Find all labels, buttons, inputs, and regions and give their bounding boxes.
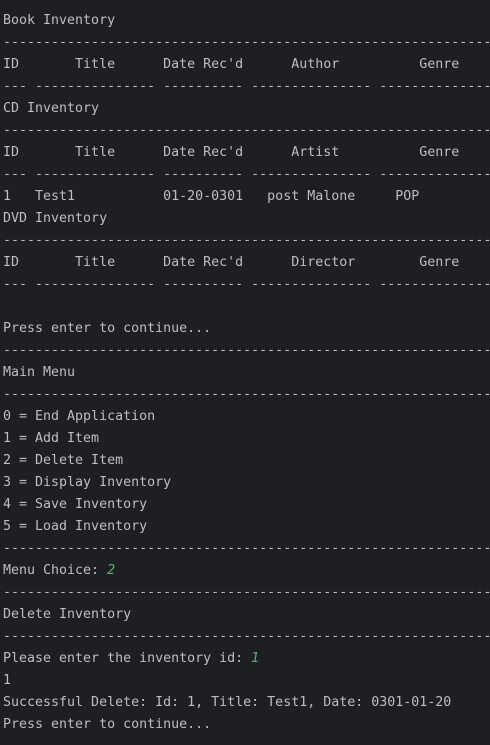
console-line: Successful Delete: Id: 1, Title: Test1, … — [3, 692, 451, 714]
console-line: 1 Test1 01-20-0301 post Malone POP — [3, 186, 419, 208]
console-line: ID Title Date Rec'd Artist Genre — [3, 142, 459, 164]
console-line: Press enter to continue... — [3, 318, 211, 340]
console-line-text: Successful Delete: Id: 1, Title: Test1, … — [3, 695, 452, 710]
console-line: DVD Inventory — [3, 208, 107, 230]
console-line-text: CD Inventory — [3, 101, 100, 116]
console-line: ID Title Date Rec'd Author Genre — [3, 54, 459, 76]
console-line: ----------------------------------------… — [3, 582, 490, 604]
console-line: 4 = Save Inventory — [3, 494, 147, 516]
console-line-text: ID Title Date Rec'd Artist Genre — [3, 145, 460, 160]
console-line: ----------------------------------------… — [3, 120, 490, 142]
console-line: ----------------------------------------… — [3, 0, 490, 10]
console-line-text: Press enter to continue... — [3, 717, 212, 732]
console-line-text: ----------------------------------------… — [3, 233, 490, 248]
console-line: Menu Choice: 2 — [3, 560, 115, 582]
console-line-text: ----------------------------------------… — [3, 123, 490, 138]
console-line-text: ID Title Date Rec'd Director Genre — [3, 255, 460, 270]
console-line-text: 1 — [3, 673, 12, 688]
console-line-text: ----------------------------------------… — [3, 585, 490, 600]
console-output[interactable]: ----------------------------------------… — [0, 0, 490, 745]
console-line: ID Title Date Rec'd Director Genre — [3, 252, 459, 274]
console-line-text: Delete Inventory — [3, 607, 132, 622]
console-line-text: ID Title Date Rec'd Author Genre — [3, 57, 460, 72]
console-line-text: ----------------------------------------… — [3, 629, 490, 644]
console-line-text: 4 = Save Inventory — [3, 497, 148, 512]
console-line: 0 = End Application — [3, 406, 155, 428]
console-line: ----------------------------------------… — [3, 230, 490, 252]
console-line-text: --- --------------- ---------- ---------… — [3, 167, 490, 182]
console-line: ----------------------------------------… — [3, 384, 490, 406]
console-line-text: Please enter the inventory id: — [3, 651, 252, 666]
console-line-text: 1 = Add Item — [3, 431, 100, 446]
console-line-text: Press enter to continue... — [3, 321, 212, 336]
console-line: 5 = Load Inventory — [3, 516, 147, 538]
console-line: Book Inventory — [3, 10, 115, 32]
console-line: 1 = Add Item — [3, 428, 99, 450]
console-line-text: ----------------------------------------… — [3, 343, 490, 358]
console-line-text: DVD Inventory — [3, 211, 108, 226]
console-line-text: 3 = Display Inventory — [3, 475, 172, 490]
console-line: 2 = Delete Item — [3, 450, 123, 472]
user-input-text: 2 — [107, 563, 116, 578]
console-line-text: ----------------------------------------… — [3, 387, 490, 402]
console-line: 1 — [3, 670, 11, 692]
console-line-text: 2 = Delete Item — [3, 453, 124, 468]
console-line: ----------------------------------------… — [3, 340, 490, 362]
console-line-text: 0 = End Application — [3, 409, 156, 424]
console-line: --- --------------- ---------- ---------… — [3, 164, 490, 186]
console-line-text: Main Menu — [3, 365, 76, 380]
user-input-text: 1 — [251, 651, 260, 666]
console-line-text: ----------------------------------------… — [3, 0, 490, 6]
console-line-text: 1 Test1 01-20-0301 post Malone POP — [3, 189, 420, 204]
console-line-text: ----------------------------------------… — [3, 541, 490, 556]
console-line-text: --- --------------- ---------- ---------… — [3, 79, 490, 94]
console-line: ----------------------------------------… — [3, 32, 490, 54]
console-line: --- --------------- ---------- ---------… — [3, 274, 490, 296]
console-line-text: Menu Choice: — [3, 563, 108, 578]
console-line: Delete Inventory — [3, 604, 131, 626]
console-line-text: 5 = Load Inventory — [3, 519, 148, 534]
console-line: Press enter to continue... — [3, 714, 211, 736]
console-line: 3 = Display Inventory — [3, 472, 171, 494]
console-line: CD Inventory — [3, 98, 99, 120]
console-line-text: --- --------------- ---------- ---------… — [3, 277, 490, 292]
console-line: Main Menu — [3, 362, 75, 384]
console-line: Please enter the inventory id: 1 — [3, 648, 259, 670]
console-line: ----------------------------------------… — [3, 538, 490, 560]
console-line-text: Book Inventory — [3, 13, 116, 28]
console-line: --- --------------- ---------- ---------… — [3, 76, 490, 98]
console-line: ----------------------------------------… — [3, 626, 490, 648]
console-line-text: ----------------------------------------… — [3, 35, 490, 50]
